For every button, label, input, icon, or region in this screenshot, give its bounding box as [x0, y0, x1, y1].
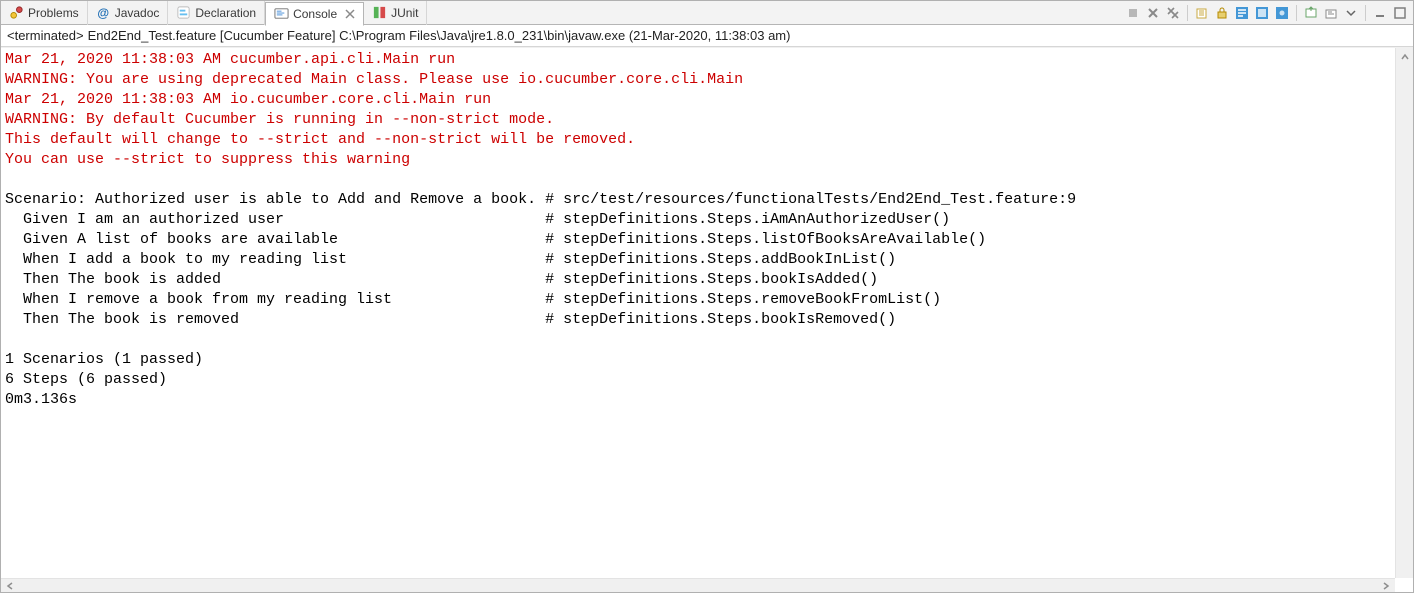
- process-label: End2End_Test.feature [Cucumber Feature] …: [88, 28, 791, 43]
- scroll-left-icon[interactable]: [1, 579, 19, 592]
- tab-label: Console: [293, 7, 337, 21]
- display-selected-console-button[interactable]: [1302, 4, 1320, 22]
- scrollbar-track[interactable]: [19, 579, 1377, 592]
- junit-icon: [372, 5, 387, 20]
- javadoc-at-icon: @: [96, 5, 111, 20]
- view-tabbar: Problems @ Javadoc Declaration Console: [1, 1, 1413, 25]
- problems-icon: [9, 5, 24, 20]
- console-view-pane: Problems @ Javadoc Declaration Console: [0, 0, 1414, 593]
- tab-label: Problems: [28, 6, 79, 20]
- show-console-button[interactable]: [1253, 4, 1271, 22]
- console-icon: [274, 6, 289, 21]
- dropdown-icon[interactable]: [1342, 4, 1360, 22]
- clear-console-button[interactable]: [1193, 4, 1211, 22]
- console-area: Mar 21, 2020 11:38:03 AM cucumber.api.cl…: [1, 47, 1413, 592]
- process-status-bar: <terminated> End2End_Test.feature [Cucum…: [1, 25, 1413, 47]
- console-toolbar: [1120, 1, 1413, 25]
- horizontal-scrollbar[interactable]: [1, 578, 1395, 592]
- scroll-up-icon[interactable]: [1396, 48, 1413, 66]
- scroll-right-icon[interactable]: [1377, 579, 1395, 592]
- scroll-lock-button[interactable]: [1213, 4, 1231, 22]
- tab-junit[interactable]: JUnit: [364, 1, 427, 25]
- tab-javadoc[interactable]: @ Javadoc: [88, 1, 169, 25]
- toolbar-separator: [1187, 5, 1188, 21]
- tab-declaration[interactable]: Declaration: [168, 1, 265, 25]
- tab-label: Declaration: [195, 6, 256, 20]
- tab-label: JUnit: [391, 6, 418, 20]
- terminated-label: <terminated>: [7, 28, 84, 43]
- minimize-view-button[interactable]: [1371, 4, 1389, 22]
- terminate-button[interactable]: [1124, 4, 1142, 22]
- open-console-button[interactable]: [1322, 4, 1340, 22]
- toolbar-separator: [1365, 5, 1366, 21]
- tab-label: Javadoc: [115, 6, 160, 20]
- tab-console[interactable]: Console: [265, 2, 364, 26]
- close-icon[interactable]: [345, 9, 355, 19]
- declaration-icon: [176, 5, 191, 20]
- remove-launch-button[interactable]: [1144, 4, 1162, 22]
- vertical-scrollbar[interactable]: [1395, 48, 1413, 578]
- toolbar-separator: [1296, 5, 1297, 21]
- word-wrap-button[interactable]: [1233, 4, 1251, 22]
- console-output[interactable]: Mar 21, 2020 11:38:03 AM cucumber.api.cl…: [1, 48, 1395, 578]
- pin-console-button[interactable]: [1273, 4, 1291, 22]
- maximize-view-button[interactable]: [1391, 4, 1409, 22]
- tab-problems[interactable]: Problems: [1, 1, 88, 25]
- remove-all-terminated-button[interactable]: [1164, 4, 1182, 22]
